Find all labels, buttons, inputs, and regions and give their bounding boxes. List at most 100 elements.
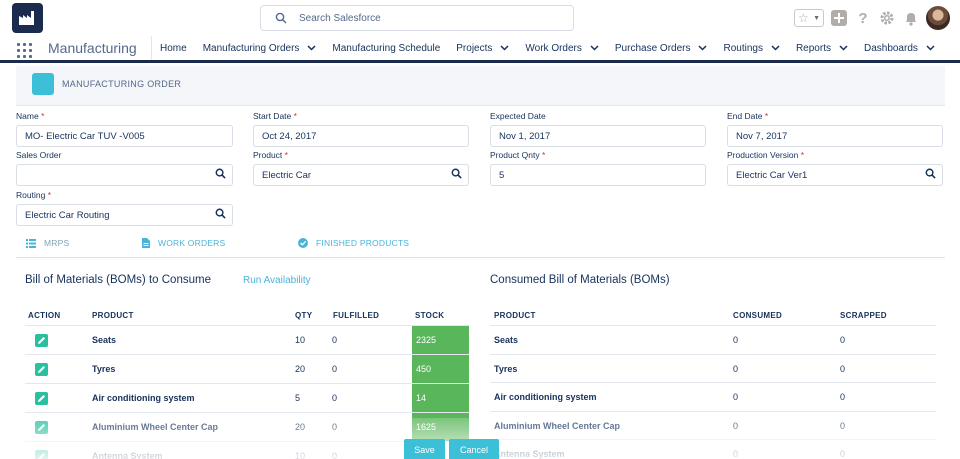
- search-icon[interactable]: [925, 168, 936, 179]
- nav-item-label: Manufacturing Orders: [202, 42, 300, 54]
- setup-button[interactable]: [878, 9, 896, 27]
- cancel-button[interactable]: Cancel: [449, 439, 499, 459]
- bom-consume-title: Bill of Materials (BOMs) to Consume: [25, 274, 211, 286]
- tab-finished-products[interactable]: FINISHED PRODUCTS: [298, 238, 409, 248]
- end-date-input[interactable]: Nov 7, 2017: [727, 125, 943, 147]
- production-version-input[interactable]: Electric Car Ver1: [727, 164, 943, 186]
- table-row: Tyres 0 0: [490, 353, 936, 383]
- chevron-down-icon[interactable]: [926, 45, 935, 51]
- consumed-cell: 0: [733, 392, 739, 402]
- tab-mrps[interactable]: MRPS: [26, 238, 69, 248]
- edit-button[interactable]: [35, 334, 48, 347]
- chevron-down-icon[interactable]: [590, 45, 599, 51]
- qty-cell: 10: [295, 451, 306, 459]
- favorites-button[interactable]: ☆ ▼: [794, 9, 824, 27]
- consumed-cell: 0: [733, 335, 739, 345]
- app-nav-bar: Manufacturing Home Manufacturing Orders Ma…: [0, 36, 960, 63]
- col-header-qty: QTY: [295, 311, 313, 320]
- nav-item-manufacturing-schedule[interactable]: Manufacturing Schedule: [324, 36, 448, 60]
- fulfilled-cell: 0: [332, 335, 338, 345]
- factory-icon: [19, 11, 34, 25]
- record-header: MANUFACTURING ORDER: [16, 66, 945, 106]
- sales-order-input[interactable]: [16, 164, 233, 186]
- product-cell: Antenna System: [92, 451, 163, 459]
- search-placeholder: Search Salesforce: [299, 13, 381, 24]
- tab-mrps-label: MRPS: [44, 238, 70, 248]
- fulfilled-cell: 0: [332, 364, 338, 374]
- check-circle-icon: [298, 238, 308, 248]
- global-search-input[interactable]: Search Salesforce: [260, 5, 574, 31]
- col-header-scrapped: SCRAPPED: [840, 311, 887, 320]
- search-icon[interactable]: [215, 208, 226, 219]
- scrapped-cell: 0: [840, 335, 846, 345]
- tab-work-orders-label: WORK ORDERS: [158, 238, 226, 248]
- app-logo[interactable]: [12, 3, 43, 33]
- user-avatar[interactable]: [926, 6, 950, 30]
- edit-button[interactable]: [35, 363, 48, 376]
- search-icon[interactable]: [451, 168, 462, 179]
- col-header-stock: STOCK: [415, 311, 445, 320]
- edit-button[interactable]: [35, 392, 48, 405]
- run-availability-link[interactable]: Run Availability: [243, 275, 311, 286]
- nav-item-label: Purchase Orders: [614, 42, 691, 54]
- col-header-fulfilled: FULFILLED: [333, 311, 380, 320]
- nav-item-routings[interactable]: Routings: [715, 36, 787, 60]
- expected-date-label: Expected Date: [490, 111, 546, 121]
- edit-button[interactable]: [35, 421, 48, 434]
- nav-item-dashboards[interactable]: Dashboards: [856, 36, 943, 60]
- product-qnty-input[interactable]: 5: [490, 164, 706, 186]
- expected-date-input[interactable]: Nov 1, 2017: [490, 125, 706, 147]
- pencil-icon: [38, 395, 45, 402]
- col-header-consumed: CONSUMED: [733, 311, 783, 320]
- notifications-button[interactable]: [902, 9, 920, 27]
- chevron-down-icon[interactable]: [698, 45, 708, 51]
- consumed-cell: 0: [733, 363, 739, 374]
- table-row: Tyres 20 0 450: [25, 354, 469, 384]
- save-button[interactable]: Save: [404, 439, 445, 459]
- nav-items: Home Manufacturing Orders Manufacturing Sc…: [152, 36, 943, 60]
- bell-icon: [906, 12, 916, 26]
- pencil-icon: [38, 424, 45, 431]
- gear-icon: [880, 11, 894, 25]
- end-date-label: End Date *: [727, 111, 769, 121]
- table-row: Aluminium Wheel Center Cap 20 0 1625: [25, 412, 469, 442]
- stock-cell: 2325: [412, 326, 469, 355]
- search-icon: [275, 12, 287, 24]
- start-date-label: Start Date *: [253, 111, 297, 121]
- global-actions-button[interactable]: [830, 9, 848, 27]
- nav-item-projects[interactable]: Projects: [448, 36, 517, 60]
- product-cell: Air conditioning system: [494, 392, 597, 402]
- nav-item-manufacturing-orders[interactable]: Manufacturing Orders: [195, 36, 325, 60]
- nav-item-purchase-orders[interactable]: Purchase Orders: [607, 36, 716, 60]
- col-header-action: ACTION: [28, 311, 61, 320]
- search-icon[interactable]: [215, 168, 226, 179]
- qty-cell: 10: [295, 335, 306, 345]
- product-cell: Air conditioning system: [92, 393, 195, 403]
- qty-cell: 20: [295, 364, 306, 374]
- tab-work-orders[interactable]: WORK ORDERS: [142, 238, 225, 248]
- nav-item-label: Home: [160, 42, 187, 54]
- product-input[interactable]: Electric Car: [253, 164, 469, 186]
- pencil-icon: [38, 453, 45, 459]
- chevron-down-icon[interactable]: [307, 45, 316, 51]
- start-date-input[interactable]: Oct 24, 2017: [253, 125, 469, 147]
- qty-cell: 5: [295, 393, 301, 403]
- product-cell: Aluminium Wheel Center Cap: [92, 422, 219, 432]
- chevron-down-icon[interactable]: [839, 45, 848, 51]
- name-input[interactable]: MO- Electric Car TUV -V005: [16, 125, 233, 147]
- nav-item-work-orders[interactable]: Work Orders: [517, 36, 607, 60]
- table-row: Air conditioning system 0 0: [490, 382, 936, 411]
- help-button[interactable]: ?: [854, 9, 872, 27]
- product-cell: Tyres: [494, 363, 518, 374]
- edit-button[interactable]: [35, 450, 48, 459]
- routing-input[interactable]: Electric Car Routing: [16, 204, 233, 226]
- nav-item-home[interactable]: Home: [152, 36, 195, 60]
- consumed-cell: 0: [733, 449, 739, 459]
- app-name: Manufacturing: [48, 40, 137, 56]
- product-cell: Tyres: [92, 364, 116, 374]
- chevron-down-icon[interactable]: [771, 45, 780, 51]
- chevron-down-icon[interactable]: [500, 45, 509, 51]
- app-launcher-icon[interactable]: [17, 43, 32, 58]
- production-version-label: Production Version *: [727, 150, 805, 160]
- nav-item-reports[interactable]: Reports: [788, 36, 856, 60]
